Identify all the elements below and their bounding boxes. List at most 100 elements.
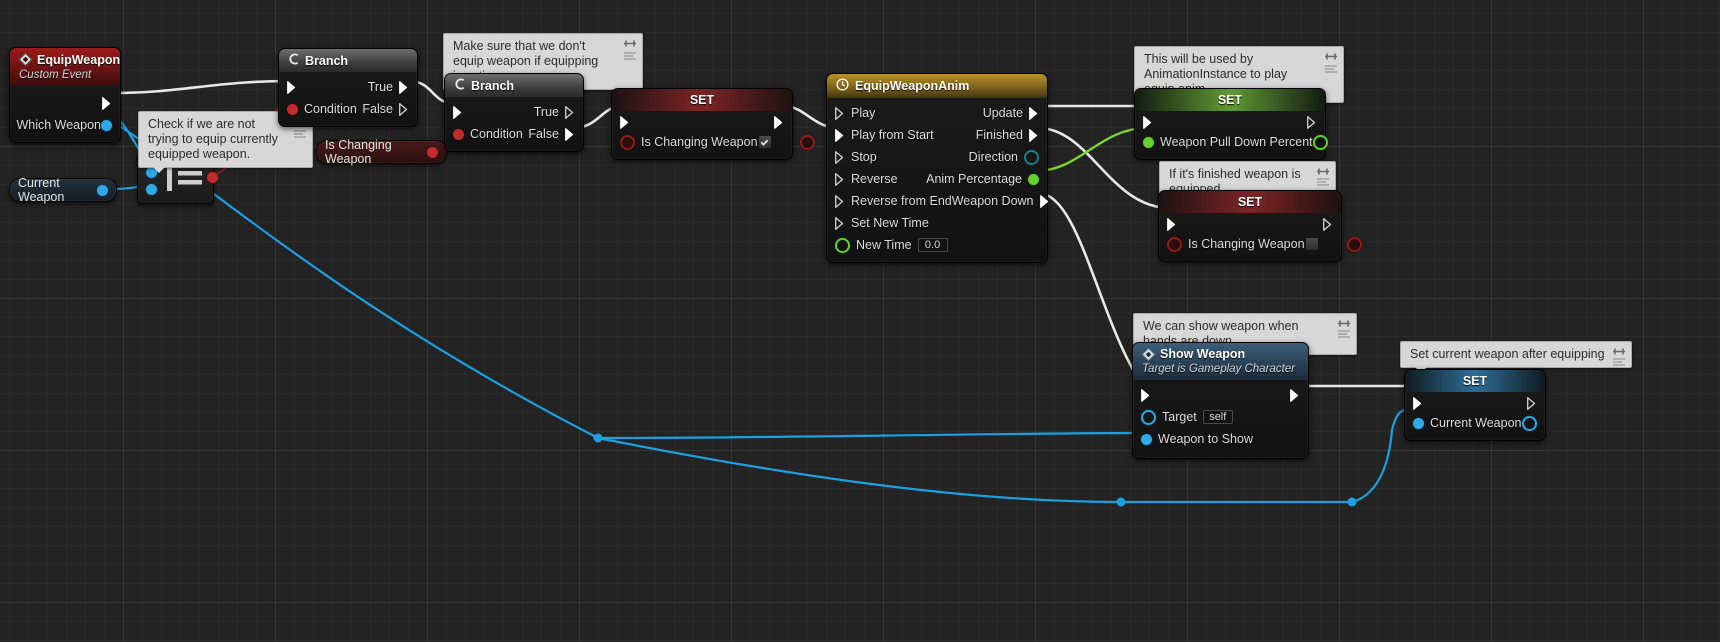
float-anim-percentage-out-pin[interactable] bbox=[1028, 173, 1039, 185]
bool-in-pin[interactable] bbox=[620, 134, 635, 150]
node-branch-1[interactable]: Branch True Condition False bbox=[278, 48, 418, 127]
node-set-is-changing-weapon-false[interactable]: SET Is Changing Weapon bbox=[1158, 190, 1362, 262]
var-label: Is Changing Weapon bbox=[325, 138, 392, 166]
bool-out-pin[interactable] bbox=[427, 146, 438, 158]
bool-out-pin[interactable] bbox=[799, 134, 815, 150]
target-value-field[interactable]: self bbox=[1202, 410, 1233, 424]
comment-lines-icon bbox=[623, 49, 637, 60]
pin-row-weapon-to-show[interactable]: Weapon to Show bbox=[1133, 428, 1308, 450]
pin-comment-icon[interactable] bbox=[1324, 50, 1338, 60]
pin-row-exec-true[interactable]: True bbox=[445, 101, 583, 123]
exec-in-pin-icon[interactable] bbox=[1167, 217, 1177, 231]
node-header: EquipWeapon Custom Event bbox=[10, 48, 120, 86]
exec-out-pin-icon[interactable] bbox=[1323, 217, 1333, 231]
pin-row-current-weapon[interactable]: Current Weapon bbox=[1405, 412, 1545, 434]
exec-in-pin-icon[interactable] bbox=[287, 80, 297, 94]
bool-out-pin[interactable] bbox=[1346, 236, 1362, 252]
var-label: Current Weapon bbox=[18, 176, 65, 204]
exec-out-pin-icon[interactable] bbox=[102, 96, 112, 110]
blueprint-event-graph[interactable]: EquipWeapon Custom Event Which Weapon Cu… bbox=[0, 0, 1720, 642]
pin-row-exec[interactable] bbox=[1405, 394, 1545, 412]
pin-row-exec-out[interactable] bbox=[10, 92, 120, 114]
exec-in-set-new-time-pin-icon[interactable] bbox=[835, 216, 845, 230]
pin-comment-icon[interactable] bbox=[1612, 345, 1626, 355]
exec-out-pin-icon[interactable] bbox=[774, 115, 784, 129]
node-set-weapon-pull-down-percent[interactable]: SET Weapon Pull Down Percent bbox=[1134, 88, 1328, 160]
exec-out-true-pin-icon[interactable] bbox=[565, 105, 575, 119]
pin-comment-icon[interactable] bbox=[1316, 165, 1330, 175]
float-out-pin[interactable] bbox=[1312, 134, 1328, 150]
object-target-in-pin[interactable] bbox=[1141, 409, 1156, 425]
pin-row-condition-false[interactable]: Condition False bbox=[279, 98, 417, 120]
compare-output-pin[interactable] bbox=[207, 172, 218, 183]
exec-in-pin-icon[interactable] bbox=[1143, 115, 1153, 129]
pin-row-which-weapon[interactable]: Which Weapon bbox=[10, 114, 120, 136]
exec-out-pin-icon[interactable] bbox=[1307, 115, 1317, 129]
compare-input-b-pin[interactable] bbox=[146, 184, 157, 195]
bool-value-checkbox[interactable] bbox=[757, 135, 772, 149]
node-equip-weapon-anim-timeline[interactable]: EquipWeaponAnim Play Update Play from St… bbox=[826, 73, 1048, 263]
pin-row-reversefromend-weapondown[interactable]: Reverse from End Weapon Down bbox=[827, 190, 1050, 212]
object-pin-which-weapon[interactable] bbox=[101, 119, 112, 131]
node-set-current-weapon[interactable]: SET Current Weapon bbox=[1404, 369, 1546, 441]
bool-condition-pin[interactable] bbox=[453, 128, 464, 140]
pin-label-stop: Stop bbox=[851, 150, 877, 164]
pin-row-is-changing-weapon[interactable]: Is Changing Weapon bbox=[1159, 233, 1362, 255]
bool-condition-pin[interactable] bbox=[287, 103, 298, 115]
pin-row-new-time[interactable]: New Time 0.0 bbox=[827, 234, 1047, 256]
node-show-weapon[interactable]: Show Weapon Target is Gameplay Character… bbox=[1132, 342, 1309, 459]
pin-row-condition-false[interactable]: Condition False bbox=[445, 123, 583, 145]
pin-label: Current Weapon bbox=[1430, 416, 1522, 430]
bool-in-pin[interactable] bbox=[1167, 236, 1182, 252]
new-time-value-field[interactable]: 0.0 bbox=[917, 238, 948, 252]
exec-out-false-pin-icon[interactable] bbox=[565, 127, 575, 141]
exec-in-pin-icon[interactable] bbox=[1141, 388, 1151, 402]
pin-row-reverse-animpercentage[interactable]: Reverse Anim Percentage bbox=[827, 168, 1047, 190]
bool-value-checkbox[interactable] bbox=[1304, 237, 1319, 251]
object-out-pin[interactable] bbox=[1522, 415, 1537, 431]
pin-row-exec[interactable] bbox=[1135, 113, 1325, 131]
pin-row-playfromstart-finished[interactable]: Play from Start Finished bbox=[827, 124, 1047, 146]
node-branch-2[interactable]: Branch True Condition False bbox=[444, 73, 584, 152]
pin-comment-icon[interactable] bbox=[623, 37, 637, 47]
exec-in-stop-pin-icon[interactable] bbox=[835, 150, 845, 164]
pin-row-exec-true[interactable]: True bbox=[279, 76, 417, 98]
object-in-pin[interactable] bbox=[1413, 417, 1424, 429]
pin-row-stop-direction[interactable]: Stop Direction bbox=[827, 146, 1047, 168]
exec-out-weapon-down-pin-icon[interactable] bbox=[1039, 194, 1050, 208]
exec-in-reverse-from-end-pin-icon[interactable] bbox=[835, 194, 845, 208]
exec-in-reverse-pin-icon[interactable] bbox=[835, 172, 845, 186]
pin-row-is-changing-weapon[interactable]: Is Changing Weapon bbox=[612, 131, 815, 153]
pin-label: Weapon Pull Down Percent bbox=[1160, 135, 1313, 149]
float-in-pin[interactable] bbox=[1143, 136, 1154, 148]
exec-in-play-from-start-pin-icon[interactable] bbox=[835, 128, 845, 142]
branch-icon bbox=[454, 78, 466, 93]
exec-out-pin-icon[interactable] bbox=[1290, 388, 1300, 402]
exec-in-pin-icon[interactable] bbox=[453, 105, 463, 119]
pin-comment-icon[interactable] bbox=[1337, 317, 1351, 327]
var-get-current-weapon[interactable]: Current Weapon bbox=[9, 176, 117, 204]
exec-out-true-pin-icon[interactable] bbox=[399, 80, 409, 94]
node-set-is-changing-weapon-true[interactable]: SET Is Changing Weapon bbox=[611, 88, 815, 160]
enum-direction-out-pin[interactable] bbox=[1024, 149, 1039, 165]
pin-row-exec[interactable] bbox=[612, 113, 792, 131]
pin-row-weapon-pull-down-percent[interactable]: Weapon Pull Down Percent bbox=[1135, 131, 1328, 153]
exec-out-pin-icon[interactable] bbox=[1527, 396, 1537, 410]
exec-out-update-pin-icon[interactable] bbox=[1029, 106, 1039, 120]
pin-row-play-update[interactable]: Play Update bbox=[827, 102, 1047, 124]
exec-out-false-pin-icon[interactable] bbox=[399, 102, 409, 116]
comment-set-after-equip[interactable]: Set current weapon after equipping bbox=[1400, 341, 1632, 373]
object-weapon-to-show-in-pin[interactable] bbox=[1141, 433, 1152, 445]
pin-row-exec[interactable] bbox=[1159, 215, 1341, 233]
pin-row-exec[interactable] bbox=[1133, 384, 1308, 406]
exec-in-pin-icon[interactable] bbox=[620, 115, 630, 129]
pin-row-set-new-time[interactable]: Set New Time bbox=[827, 212, 1047, 234]
node-equip-weapon-event[interactable]: EquipWeapon Custom Event Which Weapon bbox=[9, 47, 121, 143]
object-out-pin[interactable] bbox=[97, 184, 108, 196]
pin-row-target[interactable]: Target self bbox=[1133, 406, 1308, 428]
exec-in-play-pin-icon[interactable] bbox=[835, 106, 845, 120]
exec-out-finished-pin-icon[interactable] bbox=[1029, 128, 1039, 142]
exec-in-pin-icon[interactable] bbox=[1413, 396, 1423, 410]
var-get-is-changing-weapon[interactable]: Is Changing Weapon bbox=[316, 138, 447, 166]
float-new-time-in-pin[interactable] bbox=[835, 237, 850, 253]
